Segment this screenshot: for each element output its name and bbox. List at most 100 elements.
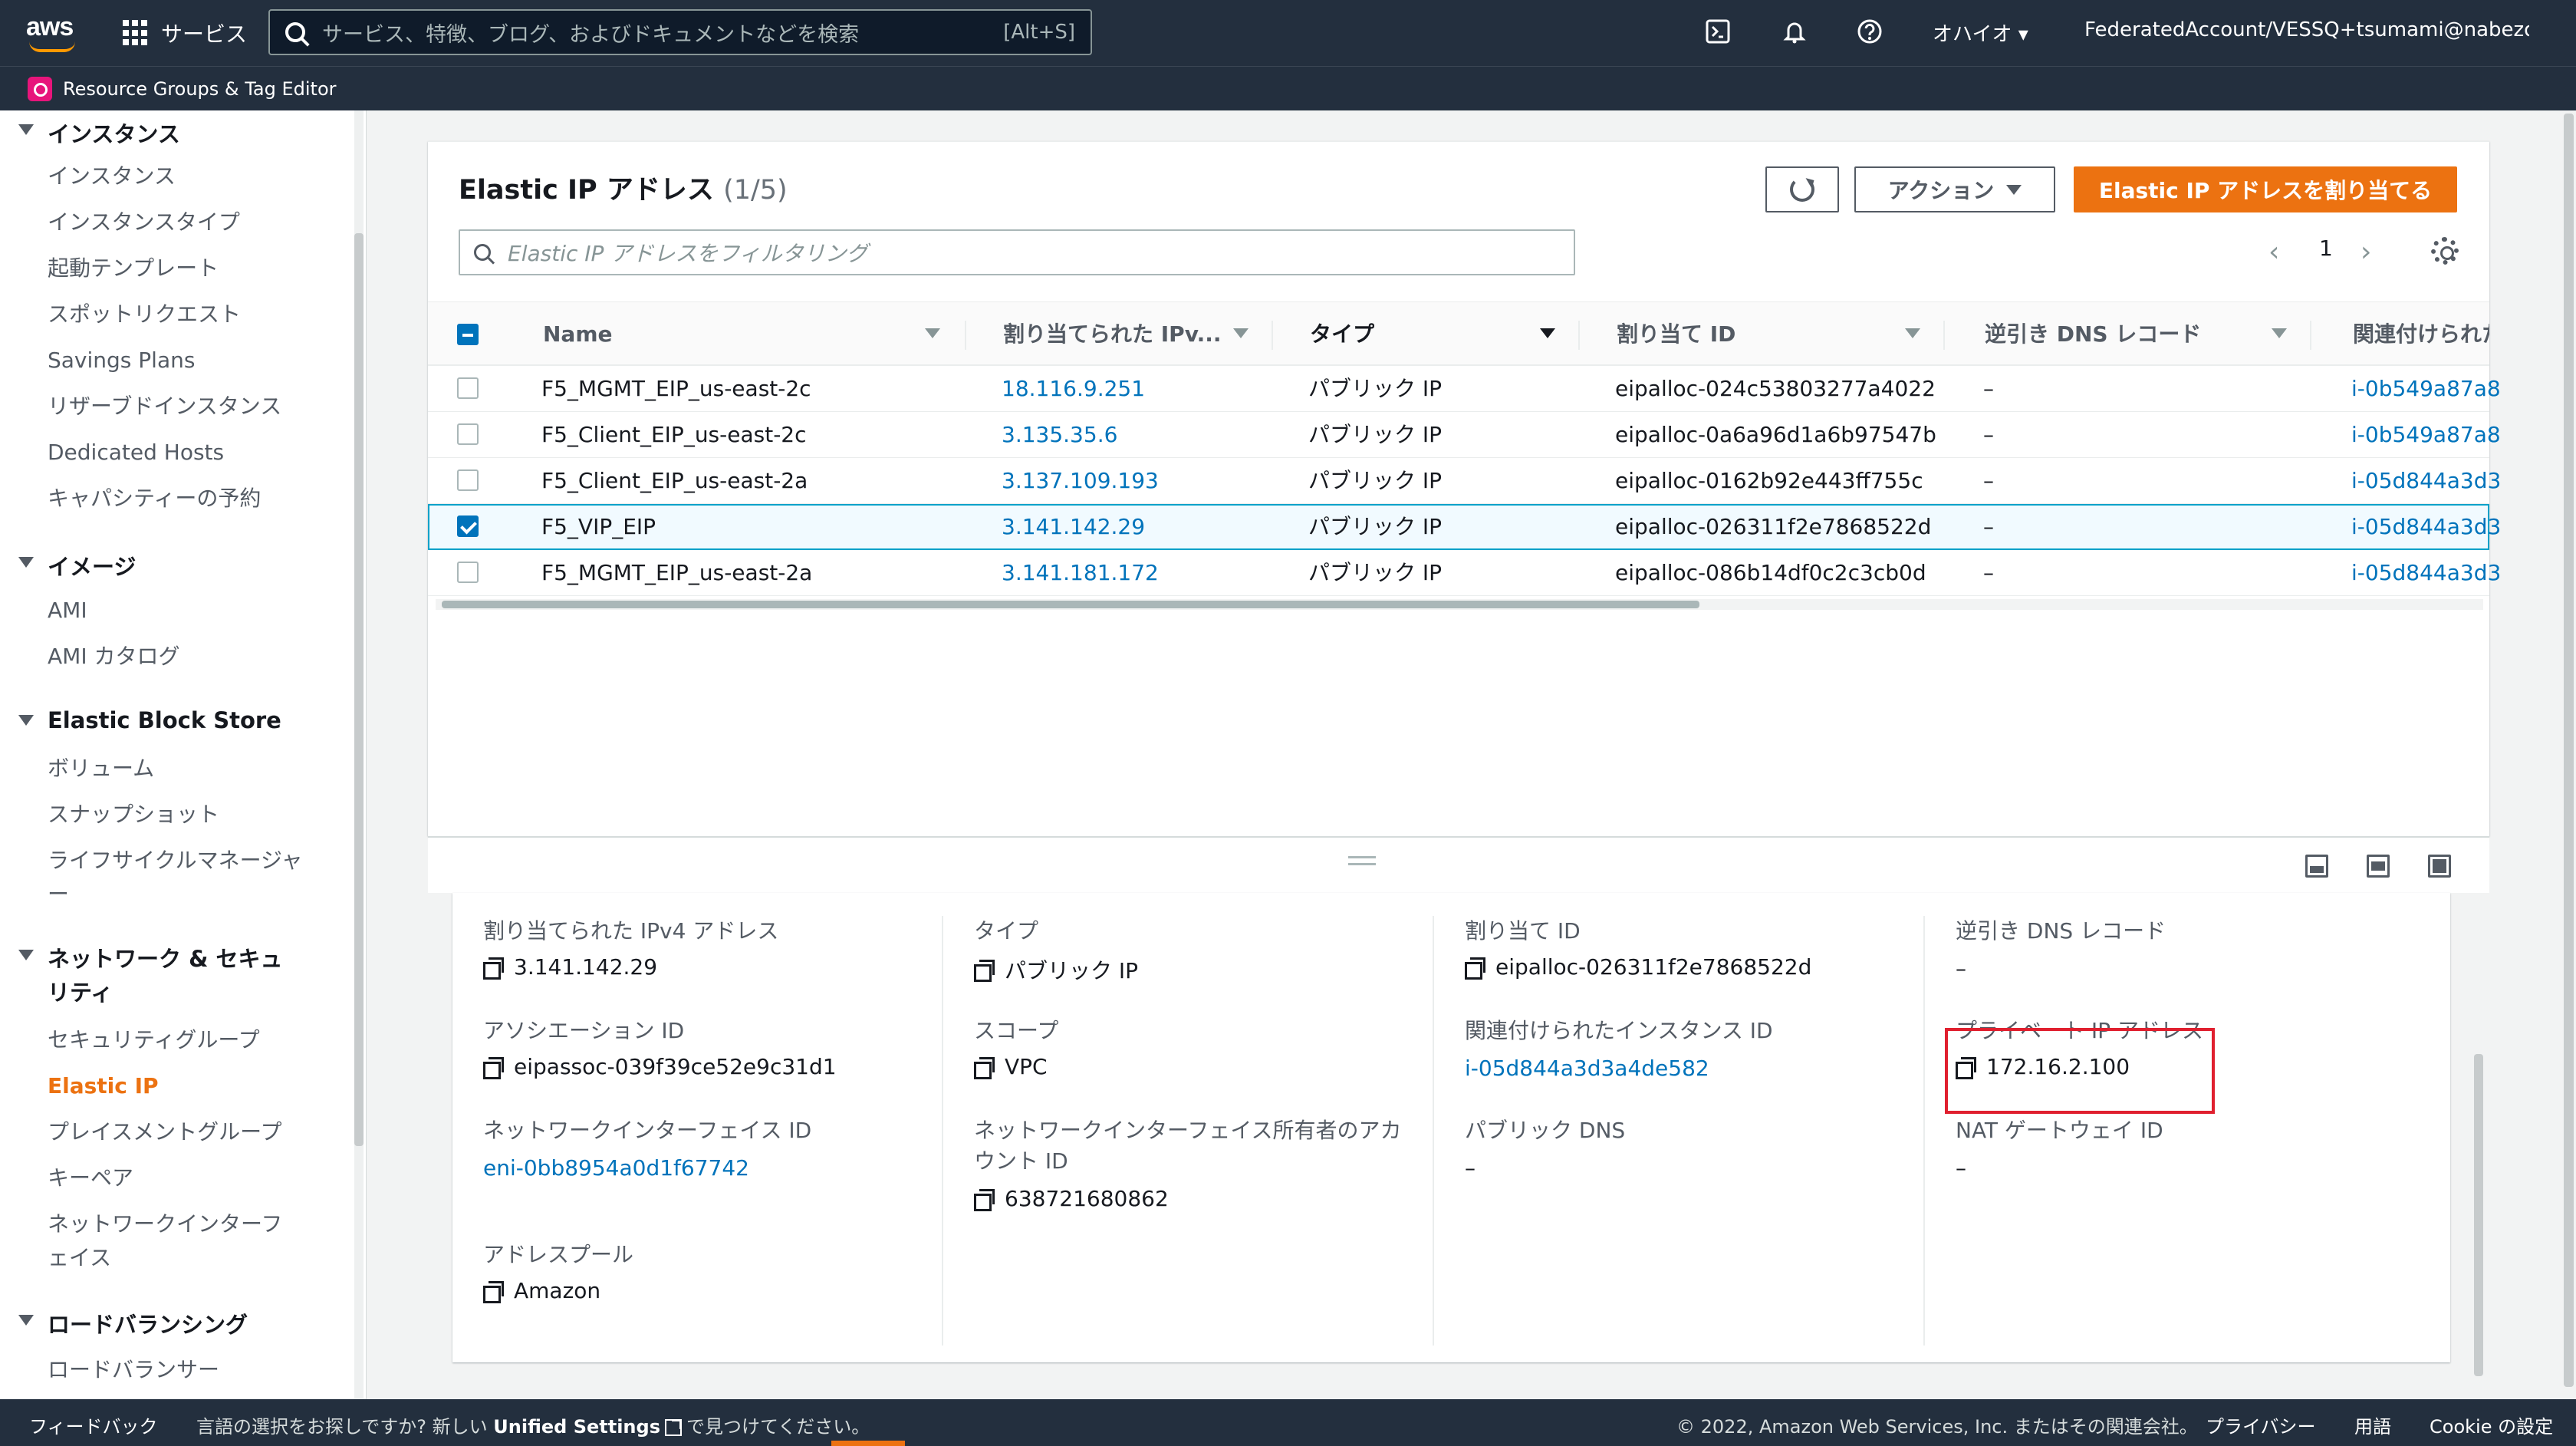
search-icon <box>285 22 305 42</box>
sidebar-section-ebs[interactable]: Elastic Block Store <box>18 707 281 733</box>
sub-nav: Resource Groups & Tag Editor <box>0 66 2576 110</box>
sidebar-section-instances[interactable]: インスタンス <box>18 117 180 149</box>
table-row[interactable]: F5_Client_EIP_us-east-2c 3.135.35.6 パブリッ… <box>428 412 2501 458</box>
caret-down-icon <box>18 1315 34 1326</box>
copy-icon[interactable] <box>1465 957 1485 980</box>
sidebar-item-security-groups[interactable]: セキュリティグループ <box>48 1023 260 1057</box>
copy-icon[interactable] <box>483 1056 504 1079</box>
privacy-link[interactable]: プライバシー <box>2206 1411 2316 1438</box>
column-header-instance[interactable]: 関連付けられた <box>2353 302 2489 367</box>
resize-handle-icon[interactable] <box>1348 856 1376 865</box>
column-header-type[interactable]: タイプ <box>1310 302 1374 367</box>
split-panel-bar <box>428 836 2489 893</box>
panel-full-icon[interactable] <box>2428 855 2451 878</box>
row-checkbox[interactable] <box>457 423 479 445</box>
filter-input[interactable]: Elastic IP アドレスをフィルタリング <box>459 229 1575 275</box>
terms-link[interactable]: 用語 <box>2354 1411 2391 1438</box>
column-header-rdns[interactable]: 逆引き DNS レコード <box>1985 302 2201 367</box>
footer: フィードバック 言語の選択をお探しですか? 新しい Unified Settin… <box>0 1399 2576 1446</box>
copy-icon[interactable] <box>483 957 504 980</box>
sort-icon[interactable] <box>1233 328 1249 338</box>
eni-link[interactable]: eni-0bb8954a0d1f67742 <box>483 1155 749 1181</box>
sidebar-item-placement-groups[interactable]: プレイスメントグループ <box>48 1115 281 1149</box>
row-checkbox[interactable] <box>457 377 479 399</box>
caret-down-icon <box>18 950 34 960</box>
details-scrollbar[interactable] <box>2471 893 2486 1399</box>
sort-icon[interactable] <box>2272 328 2287 338</box>
page-scrollbar[interactable] <box>2561 110 2576 1399</box>
sidebar-item-dedicated-hosts[interactable]: Dedicated Hosts <box>48 436 224 469</box>
sidebar-item-snapshots[interactable]: スナップショット <box>48 798 219 832</box>
terminal-icon[interactable] <box>1704 18 1732 46</box>
sidebar-item-spot-requests[interactable]: スポットリクエスト <box>48 298 241 331</box>
row-checkbox[interactable] <box>457 469 479 491</box>
sidebar-item-ami-catalog[interactable]: AMI カタログ <box>48 640 179 674</box>
highlight-box <box>1945 1028 2215 1114</box>
resource-groups-link[interactable]: Resource Groups & Tag Editor <box>63 78 337 100</box>
caret-down-icon <box>18 124 34 135</box>
panel-bottom-icon[interactable] <box>2305 855 2328 878</box>
caret-down-icon <box>18 557 34 568</box>
sort-icon[interactable] <box>1540 328 1555 338</box>
table-row-selected[interactable]: F5_VIP_EIP 3.141.142.29 パブリック IP eipallo… <box>428 504 2501 550</box>
sidebar-item-lifecycle-manager[interactable]: ライフサイクルマネージャー <box>48 844 308 911</box>
sidebar-item-load-balancers[interactable]: ロードバランサー <box>48 1353 219 1387</box>
sidebar-item-network-interfaces[interactable]: ネットワークインターフェイス <box>48 1207 301 1275</box>
sidebar-item-launch-templates[interactable]: 起動テンプレート <box>48 252 219 285</box>
sidebar-item-reserved-instances[interactable]: リザーブドインスタンス <box>48 390 281 423</box>
services-menu[interactable]: サービス <box>123 17 247 49</box>
sidebar-section-images[interactable]: イメージ <box>18 549 136 581</box>
help-icon[interactable] <box>1856 18 1883 46</box>
sidebar-item-volumes[interactable]: ボリューム <box>48 752 154 786</box>
elastic-ip-panel: Elastic IP アドレス (1/5) アクション Elastic IP ア… <box>428 141 2501 836</box>
column-header-ip[interactable]: 割り当てられた IPv... <box>1003 302 1222 367</box>
copy-icon[interactable] <box>974 960 995 982</box>
gear-icon[interactable] <box>2431 237 2459 265</box>
sidebar-item-capacity-reservations[interactable]: キャパシティーの予約 <box>48 482 261 515</box>
copy-icon[interactable] <box>483 1280 504 1303</box>
sidebar-item-savings-plans[interactable]: Savings Plans <box>48 344 195 377</box>
bell-icon[interactable] <box>1781 18 1808 46</box>
instance-link[interactable]: i-05d844a3d3a4de582 <box>1465 1056 1709 1081</box>
row-checkbox[interactable] <box>457 515 479 537</box>
column-header-alloc-id[interactable]: 割り当て ID <box>1617 302 1735 367</box>
sidebar-section-network-security[interactable]: ネットワーク & セキュリティ <box>18 942 294 1010</box>
sidebar-item-instance-types[interactable]: インスタンスタイプ <box>48 206 240 239</box>
sidebar-section-load-balancing[interactable]: ロードバランシング <box>18 1307 248 1339</box>
sort-icon[interactable] <box>925 328 940 338</box>
select-all-checkbox[interactable] <box>457 324 479 345</box>
page-title: Elastic IP アドレス (1/5) <box>459 175 788 206</box>
next-page-icon[interactable]: › <box>2361 237 2371 268</box>
table-row[interactable]: F5_Client_EIP_us-east-2a 3.137.109.193 パ… <box>428 458 2501 504</box>
region-selector[interactable]: オハイオ ▾ <box>1933 18 2028 47</box>
sidebar-item-key-pairs[interactable]: キーペア <box>48 1161 133 1195</box>
page-number[interactable]: 1 <box>2319 236 2333 261</box>
allocate-eip-button[interactable]: Elastic IP アドレスを割り当てる <box>2074 166 2457 212</box>
sidebar-scrollbar[interactable] <box>354 233 364 1146</box>
feedback-link[interactable]: フィードバック <box>29 1411 158 1438</box>
panel-side-icon[interactable] <box>2367 855 2390 878</box>
table-row[interactable]: F5_MGMT_EIP_us-east-2a 3.141.181.172 パブリ… <box>428 550 2501 596</box>
account-menu[interactable]: FederatedAccount/VESSQ+tsumami@nabezosu.… <box>2084 18 2529 41</box>
caret-down-icon <box>18 715 34 726</box>
row-checkbox[interactable] <box>457 562 479 583</box>
cookie-settings-link[interactable]: Cookie の設定 <box>2430 1411 2553 1438</box>
table-row[interactable]: F5_MGMT_EIP_us-east-2c 18.116.9.251 パブリッ… <box>428 366 2501 412</box>
refresh-button[interactable] <box>1765 166 1839 212</box>
refresh-icon <box>1790 177 1814 202</box>
copy-icon[interactable] <box>974 1188 995 1211</box>
unified-settings-link[interactable]: Unified Settings <box>493 1416 660 1438</box>
prev-page-icon[interactable]: ‹ <box>2268 237 2279 268</box>
column-header-name[interactable]: Name <box>543 302 613 367</box>
sidebar-item-instances[interactable]: インスタンス <box>48 160 176 193</box>
sidebar-item-ami[interactable]: AMI <box>48 594 87 627</box>
search-input[interactable]: サービス、特徴、ブログ、およびドキュメントなどを検索 [Alt+S] <box>268 9 1092 55</box>
aws-logo[interactable]: aws <box>26 12 80 54</box>
table-hscrollbar[interactable] <box>436 599 2483 610</box>
actions-button[interactable]: アクション <box>1854 166 2055 212</box>
copy-icon[interactable] <box>974 1056 995 1079</box>
sidebar-item-elastic-ip[interactable]: Elastic IP <box>48 1069 159 1103</box>
external-link-icon <box>664 1419 682 1436</box>
search-icon <box>474 244 491 261</box>
sort-icon[interactable] <box>1905 328 1920 338</box>
